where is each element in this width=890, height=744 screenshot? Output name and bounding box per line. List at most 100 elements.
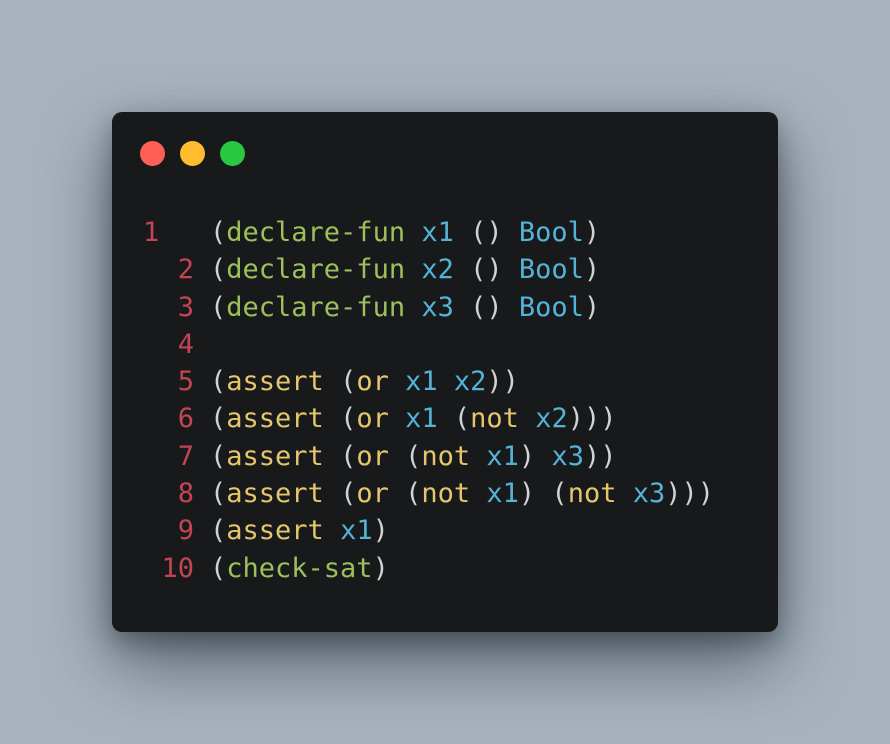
line-number: 2 bbox=[177, 254, 194, 286]
code-line: 7 (assert (or (not x1) x3)) bbox=[112, 438, 778, 475]
line-number: 4 bbox=[177, 328, 194, 360]
code-token: x3 bbox=[421, 291, 454, 323]
code-token: x3 bbox=[551, 440, 584, 472]
code-token: ( bbox=[210, 366, 227, 398]
code-token: or bbox=[356, 403, 389, 435]
code-block: 1 (declare-fun x1 () Bool) 2 (declare-fun x… bbox=[112, 214, 778, 587]
code-line: 4 bbox=[112, 326, 778, 363]
code-token: x2 bbox=[453, 366, 487, 398]
code-line: 6 (assert (or x1 (not x2))) bbox=[112, 400, 778, 437]
code-token: ( bbox=[437, 403, 471, 435]
line-number: 1 bbox=[143, 217, 160, 248]
line-number: 7 bbox=[177, 440, 194, 472]
code-text: (assert (or x1 (not x2))) bbox=[210, 400, 616, 437]
close-dot-icon[interactable] bbox=[140, 141, 165, 166]
code-token: ( bbox=[323, 366, 357, 398]
code-token: ))) bbox=[567, 403, 617, 435]
code-token: ( bbox=[388, 478, 422, 510]
code-token: ( bbox=[210, 478, 227, 510]
code-token: assert bbox=[226, 478, 324, 510]
code-text: (assert (or (not x1) (not x3))) bbox=[210, 475, 714, 512]
minimize-dot-icon[interactable] bbox=[180, 141, 205, 166]
code-token: ( bbox=[323, 440, 357, 472]
code-token: Bool bbox=[518, 217, 584, 248]
line-number: 9 bbox=[177, 515, 194, 547]
code-token: () bbox=[453, 254, 519, 286]
code-token: or bbox=[356, 440, 389, 472]
code-token: ( bbox=[388, 440, 422, 472]
line-number: 6 bbox=[177, 403, 194, 435]
code-line: 8 (assert (or (not x1) (not x3))) bbox=[112, 475, 778, 512]
code-window: 1 (declare-fun x1 () Bool) 2 (declare-fun x… bbox=[112, 112, 778, 632]
line-number: 3 bbox=[177, 291, 194, 323]
code-token: or bbox=[356, 478, 389, 510]
code-text: (declare-fun x3 () Bool) bbox=[210, 289, 600, 326]
code-token: not bbox=[567, 478, 617, 510]
code-token: x1 bbox=[421, 217, 454, 248]
code-token: not bbox=[421, 478, 471, 510]
code-token: ( bbox=[210, 515, 227, 547]
code-text: (assert (or (not x1) x3)) bbox=[210, 438, 616, 475]
code-token: ( bbox=[210, 552, 227, 584]
code-token: x1 bbox=[486, 440, 519, 472]
code-token: ( bbox=[323, 478, 357, 510]
line-number: 5 bbox=[177, 366, 194, 398]
code-token: ) bbox=[583, 217, 601, 248]
code-token: not bbox=[421, 440, 471, 472]
code-token: declare-fun bbox=[226, 291, 406, 323]
code-token: ( bbox=[210, 440, 227, 472]
code-token: ) ( bbox=[518, 478, 568, 510]
code-token: x1 bbox=[405, 366, 438, 398]
code-token: ) bbox=[372, 515, 389, 547]
code-token: ) bbox=[372, 552, 389, 584]
code-token: ( bbox=[210, 403, 227, 435]
code-line: 2 (declare-fun x2 () Bool) bbox=[112, 251, 778, 288]
code-token: x2 bbox=[535, 403, 568, 435]
line-number: 10 bbox=[161, 552, 194, 584]
code-text: (assert x1) bbox=[210, 512, 389, 549]
code-token: assert bbox=[226, 440, 324, 472]
line-number: 8 bbox=[177, 478, 194, 510]
code-text: (declare-fun x2 () Bool) bbox=[210, 251, 600, 288]
code-token: ) bbox=[518, 440, 552, 472]
code-token: x3 bbox=[632, 478, 666, 510]
code-token: x1 bbox=[486, 478, 519, 510]
code-token: x1 bbox=[340, 515, 373, 547]
code-token: x2 bbox=[421, 254, 454, 286]
code-text: (assert (or x1 x2)) bbox=[210, 363, 519, 400]
code-token: assert bbox=[226, 403, 324, 435]
code-text: (declare-fun x1 () Bool) bbox=[210, 214, 600, 251]
code-token: x1 bbox=[405, 403, 438, 435]
maximize-dot-icon[interactable] bbox=[220, 141, 245, 166]
code-token: () bbox=[453, 291, 519, 323]
code-token: ))) bbox=[665, 478, 715, 510]
code-token: Bool bbox=[518, 291, 584, 323]
code-line: 9 (assert x1) bbox=[112, 512, 778, 549]
code-token: )) bbox=[486, 366, 519, 398]
code-token: ( bbox=[210, 217, 227, 248]
code-token: Bool bbox=[518, 254, 584, 286]
code-token: () bbox=[453, 217, 519, 248]
code-token: declare-fun bbox=[226, 217, 406, 248]
code-line: 1 (declare-fun x1 () Bool) bbox=[112, 214, 778, 251]
code-token: check-sat bbox=[226, 552, 373, 584]
code-token: ) bbox=[583, 291, 601, 323]
code-token: )) bbox=[583, 440, 617, 472]
code-token: assert bbox=[226, 366, 324, 398]
code-token: ( bbox=[210, 291, 227, 323]
code-token: or bbox=[356, 366, 389, 398]
code-token: not bbox=[470, 403, 519, 435]
code-text: (check-sat) bbox=[210, 550, 389, 587]
code-line: 5 (assert (or x1 x2)) bbox=[112, 363, 778, 400]
